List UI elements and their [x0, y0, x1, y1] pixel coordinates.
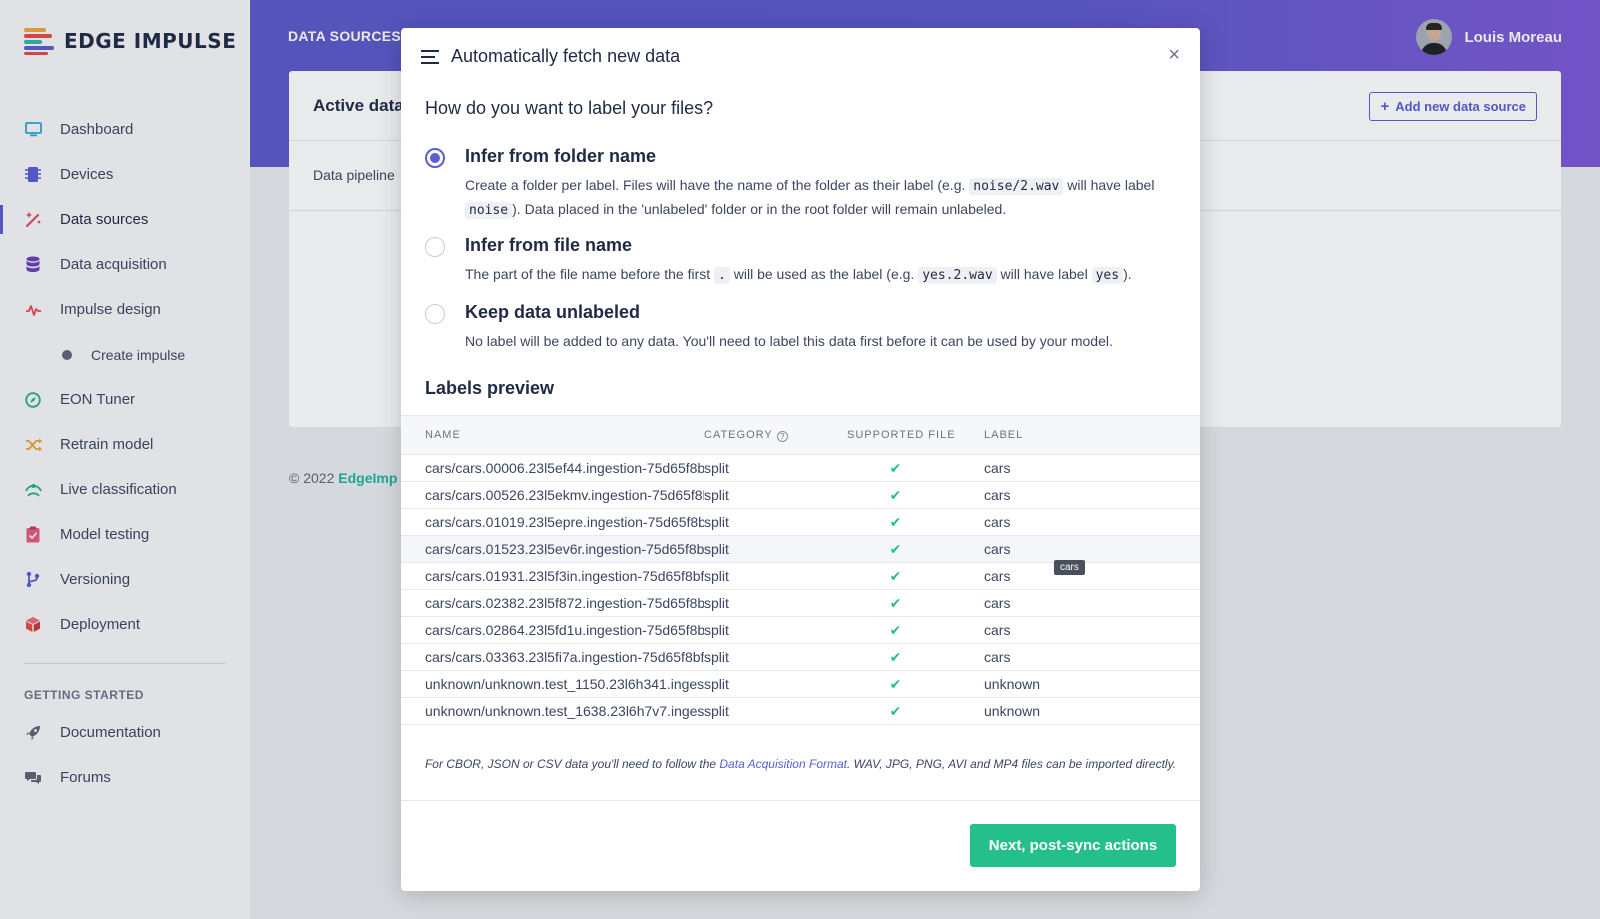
- cell-category: split: [704, 703, 729, 719]
- cell-category: split: [704, 514, 729, 530]
- column-supported-file[interactable]: SUPPORTED FILE: [847, 429, 984, 441]
- cell-category: split: [704, 595, 729, 611]
- cell-name: cars/cars.00006.23l5ef44.ingestion-75d65…: [425, 460, 704, 476]
- option-title: Infer from folder name: [465, 146, 657, 166]
- cell-category: split: [704, 622, 729, 638]
- help-icon[interactable]: ?: [776, 430, 788, 442]
- modal-divider: [401, 800, 1200, 801]
- cell-label: unknown: [984, 676, 1041, 692]
- check-icon: ✔: [889, 459, 902, 476]
- option-title: Keep data unlabeled: [465, 302, 641, 322]
- table-row[interactable]: cars/cars.01523.23l5ev6r.ingestion-75d65…: [401, 536, 1200, 563]
- option-title: Infer from file name: [465, 235, 633, 255]
- option-description: Create a folder per label. Files will ha…: [465, 177, 1155, 219]
- cell-category: split: [704, 487, 729, 503]
- label-question: How do you want to label your files?: [425, 98, 714, 118]
- check-icon: ✔: [889, 567, 902, 584]
- radio-folder-name[interactable]: [425, 148, 445, 168]
- cell-label: cars: [984, 514, 1011, 530]
- table-row[interactable]: unknown/unknown.test_1150.23l6h341.inges…: [401, 671, 1200, 698]
- cell-name: cars/cars.02382.23l5f872.ingestion-75d65…: [425, 595, 704, 611]
- fetch-data-modal: Automatically fetch new data × How do yo…: [401, 28, 1200, 891]
- check-icon: ✔: [889, 621, 902, 638]
- table-row[interactable]: cars/cars.00006.23l5ef44.ingestion-75d65…: [401, 455, 1200, 482]
- table-row[interactable]: cars/cars.01019.23l5epre.ingestion-75d65…: [401, 509, 1200, 536]
- cell-name: unknown/unknown.test_1150.23l6h341.inges…: [425, 676, 704, 692]
- option-description: The part of the file name before the fir…: [465, 266, 1132, 284]
- labels-preview-title: Labels preview: [425, 378, 555, 398]
- cell-label: cars: [984, 649, 1011, 665]
- next-post-sync-button[interactable]: Next, post-sync actions: [970, 824, 1176, 867]
- cell-category: split: [704, 649, 729, 665]
- cell-label: cars: [984, 487, 1011, 503]
- option-description: No label will be added to any data. You'…: [465, 333, 1113, 349]
- column-label[interactable]: LABEL: [984, 429, 1184, 441]
- close-icon[interactable]: ×: [1168, 44, 1180, 67]
- cell-name: cars/cars.00526.23l5ekmv.ingestion-75d65…: [425, 487, 704, 503]
- check-icon: ✔: [889, 594, 902, 611]
- radio-keep-unlabeled[interactable]: [425, 304, 445, 324]
- label-tooltip: cars: [1054, 560, 1085, 575]
- table-body: cars/cars.00006.23l5ef44.ingestion-75d65…: [401, 455, 1200, 725]
- check-icon: ✔: [889, 648, 902, 665]
- cell-name: cars/cars.03363.23l5fi7a.ingestion-75d65…: [425, 649, 704, 665]
- cell-name: cars/cars.01931.23l5f3in.ingestion-75d65…: [425, 568, 704, 584]
- cell-label: cars: [984, 622, 1011, 638]
- cell-name: cars/cars.02864.23l5fd1u.ingestion-75d65…: [425, 622, 704, 638]
- table-row[interactable]: cars/cars.02864.23l5fd1u.ingestion-75d65…: [401, 617, 1200, 644]
- check-icon: ✔: [889, 675, 902, 692]
- check-icon: ✔: [889, 702, 902, 719]
- cell-category: split: [704, 676, 729, 692]
- modal-title: Automatically fetch new data: [451, 46, 681, 66]
- cell-name: unknown/unknown.test_1638.23l6h7v7.inges…: [425, 703, 704, 719]
- cell-name: cars/cars.01019.23l5epre.ingestion-75d65…: [425, 514, 704, 530]
- check-icon: ✔: [889, 540, 902, 557]
- column-name[interactable]: NAME: [401, 429, 704, 441]
- table-header: NAME CATEGORY? SUPPORTED FILE LABEL: [401, 415, 1200, 455]
- cell-category: split: [704, 568, 729, 584]
- cell-label: cars: [984, 541, 1011, 557]
- cell-name: cars/cars.01523.23l5ev6r.ingestion-75d65…: [425, 541, 704, 557]
- table-row[interactable]: cars/cars.02382.23l5f872.ingestion-75d65…: [401, 590, 1200, 617]
- table-row[interactable]: cars/cars.00526.23l5ekmv.ingestion-75d65…: [401, 482, 1200, 509]
- modal-header: Automatically fetch new data: [421, 46, 680, 67]
- format-note: For CBOR, JSON or CSV data you'll need t…: [424, 757, 1177, 771]
- cell-label: unknown: [984, 703, 1041, 719]
- data-acquisition-format-link[interactable]: Data Acquisition Format: [719, 757, 847, 771]
- cell-category: split: [704, 460, 729, 476]
- check-icon: ✔: [889, 513, 902, 530]
- check-icon: ✔: [889, 486, 902, 503]
- cell-label: cars: [984, 595, 1011, 611]
- cell-label: cars: [984, 460, 1011, 476]
- radio-file-name[interactable]: [425, 237, 445, 257]
- hamburger-icon: [421, 49, 439, 64]
- column-category[interactable]: CATEGORY?: [704, 429, 847, 442]
- table-row[interactable]: unknown/unknown.test_1638.23l6h7v7.inges…: [401, 698, 1200, 725]
- cell-category: split: [704, 541, 729, 557]
- table-row[interactable]: cars/cars.03363.23l5fi7a.ingestion-75d65…: [401, 644, 1200, 671]
